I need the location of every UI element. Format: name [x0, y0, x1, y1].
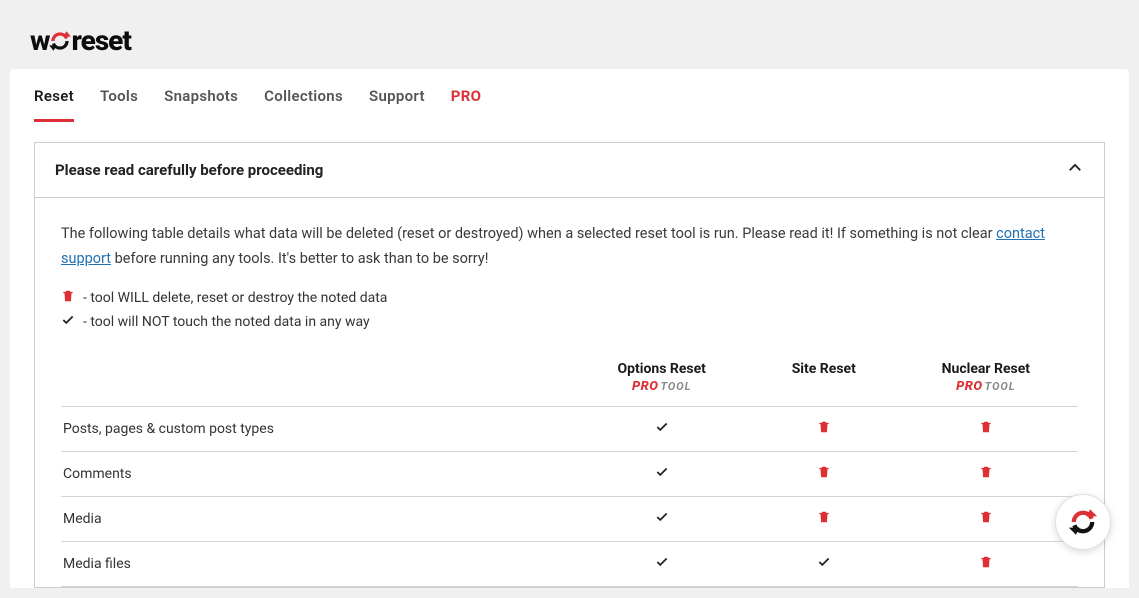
trash-icon	[894, 497, 1078, 542]
table-row: Media files	[61, 542, 1078, 587]
panel-body: The following table details what data wi…	[35, 198, 1104, 587]
tabs: Reset Tools Snapshots Collections Support PRO	[34, 69, 1105, 122]
panel-header[interactable]: Please read carefully before proceeding	[35, 143, 1104, 198]
check-icon	[570, 452, 754, 497]
check-icon	[570, 407, 754, 452]
brand-part2: reset	[71, 24, 130, 57]
legend-delete-text: - tool WILL delete, reset or destroy the…	[83, 290, 387, 306]
intro-after: before running any tools. It's better to…	[111, 250, 488, 267]
row-label: Comments	[61, 452, 570, 497]
table-header-2: Nuclear Reset PROTOOL	[894, 353, 1078, 407]
legend-keep: - tool will NOT touch the noted data in …	[61, 313, 1078, 331]
column-label: Options Reset	[576, 361, 748, 377]
tab-snapshots[interactable]: Snapshots	[164, 87, 238, 122]
legend-delete: - tool WILL delete, reset or destroy the…	[61, 289, 1078, 307]
tab-pro[interactable]: PRO	[451, 87, 482, 122]
content-card: Reset Tools Snapshots Collections Support PRO…	[10, 69, 1129, 588]
row-label: Media files	[61, 542, 570, 587]
table-row: Comments	[61, 452, 1078, 497]
intro-text: The following table details what data wi…	[61, 222, 1078, 271]
column-label: Site Reset	[760, 361, 888, 377]
chevron-up-icon	[1066, 159, 1084, 181]
table-header-empty	[61, 353, 570, 407]
table-header-row: Options Reset PROTOOL Site Reset Nuclear Re…	[61, 353, 1078, 407]
trash-icon	[754, 407, 894, 452]
reset-table: Options Reset PROTOOL Site Reset Nuclear Re…	[61, 353, 1078, 587]
refresh-icon	[47, 28, 73, 54]
intro-before: The following table details what data wi…	[61, 225, 996, 242]
table-header-0: Options Reset PROTOOL	[570, 353, 754, 407]
check-icon	[61, 313, 75, 331]
table-header-1: Site Reset	[754, 353, 894, 407]
trash-icon	[894, 407, 1078, 452]
tab-tools[interactable]: Tools	[100, 87, 138, 122]
check-icon	[570, 497, 754, 542]
check-icon	[570, 542, 754, 587]
trash-icon	[894, 542, 1078, 587]
trash-icon	[754, 452, 894, 497]
row-label: Posts, pages & custom post types	[61, 407, 570, 452]
help-float-button[interactable]	[1055, 494, 1111, 550]
logo-area: w reset	[10, 8, 1129, 69]
legend: - tool WILL delete, reset or destroy the…	[61, 289, 1078, 331]
warning-panel: Please read carefully before proceeding …	[34, 142, 1105, 588]
pro-tool-badge: PROTOOL	[900, 379, 1072, 394]
trash-icon	[61, 289, 75, 307]
panel-title: Please read carefully before proceeding	[55, 161, 323, 179]
check-icon	[754, 542, 894, 587]
pro-tool-badge: PROTOOL	[576, 379, 748, 394]
row-label: Media	[61, 497, 570, 542]
tab-collections[interactable]: Collections	[264, 87, 343, 122]
tab-reset[interactable]: Reset	[34, 87, 74, 122]
tab-support[interactable]: Support	[369, 87, 425, 122]
brand-logo: w reset	[30, 24, 1109, 57]
table-row: Media	[61, 497, 1078, 542]
refresh-icon	[1066, 505, 1100, 539]
legend-keep-text: - tool will NOT touch the noted data in …	[83, 314, 370, 330]
column-label: Nuclear Reset	[900, 361, 1072, 377]
table-row: Posts, pages & custom post types	[61, 407, 1078, 452]
trash-icon	[894, 452, 1078, 497]
trash-icon	[754, 497, 894, 542]
